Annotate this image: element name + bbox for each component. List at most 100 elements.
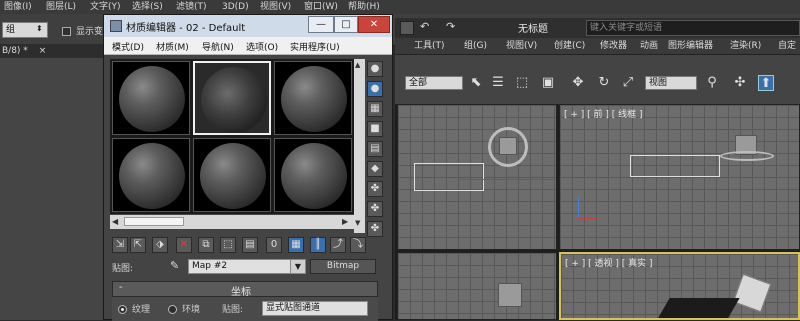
- redo-icon[interactable]: ↷: [446, 20, 455, 33]
- document-tab[interactable]: B/8) * ×: [0, 44, 104, 58]
- reset-material-icon[interactable]: ✕: [176, 237, 192, 253]
- menu-graph-editors[interactable]: 图形编辑器: [668, 38, 713, 54]
- select-object-icon[interactable]: ⬉: [468, 75, 484, 91]
- chevron-down-icon[interactable]: ▼: [290, 259, 306, 274]
- menu-material[interactable]: 材质(M): [156, 40, 189, 53]
- show-map-icon[interactable]: ▦: [288, 237, 304, 253]
- menu-select[interactable]: 选择(S): [132, 0, 163, 14]
- show-transform-checkbox[interactable]: [62, 27, 71, 36]
- close-icon[interactable]: ×: [39, 46, 47, 56]
- scroll-thumb[interactable]: [124, 217, 184, 226]
- background-icon[interactable]: ▦: [367, 101, 383, 117]
- menu-navigation[interactable]: 导航(N): [202, 40, 234, 53]
- menu-modes[interactable]: 模式(D): [112, 40, 144, 53]
- scroll-left-icon[interactable]: ◀: [112, 217, 118, 226]
- go-to-parent-icon[interactable]: ⤴: [330, 237, 346, 253]
- options-icon[interactable]: ✤: [367, 181, 383, 197]
- backlight-icon[interactable]: ●: [367, 81, 383, 97]
- eyedropper-icon[interactable]: ✎: [170, 259, 184, 273]
- make-preview-icon[interactable]: ◆: [367, 161, 383, 177]
- selection-filter-select[interactable]: 全部: [405, 76, 463, 90]
- viewcube-icon[interactable]: [498, 283, 522, 307]
- menu-group[interactable]: 组(G): [464, 38, 487, 54]
- viewcube-icon[interactable]: [732, 273, 772, 313]
- rect-selection-icon[interactable]: ⬚: [514, 75, 530, 91]
- scroll-up-icon[interactable]: ▲: [355, 61, 360, 69]
- material-slot-active[interactable]: [193, 61, 271, 135]
- select-manipulate-icon[interactable]: ✣: [732, 75, 748, 91]
- put-to-scene-icon[interactable]: ⇱: [130, 237, 146, 253]
- viewport-perspective-label[interactable]: [ + ] [ 透视 ] [ 真实 ]: [565, 256, 653, 269]
- viewport-front-label[interactable]: [ + ] [ 前 ] [ 线框 ]: [564, 107, 643, 120]
- environ-radio[interactable]: [168, 305, 177, 314]
- search-input[interactable]: 键入关键字或短语: [586, 20, 800, 36]
- minimize-button[interactable]: —: [308, 16, 334, 33]
- undo-icon[interactable]: ↶: [420, 20, 429, 33]
- mapping-select[interactable]: 显式贴图通道: [262, 301, 368, 316]
- sample-type-icon[interactable]: ●: [367, 61, 383, 77]
- rotate-icon[interactable]: ↻: [596, 75, 612, 91]
- menu-views[interactable]: 视图(V): [506, 38, 537, 54]
- sample-uv-icon[interactable]: ■: [367, 121, 383, 137]
- get-material-icon[interactable]: ⇲: [112, 237, 128, 253]
- material-slot[interactable]: [112, 61, 190, 135]
- slots-vertical-scrollbar[interactable]: ▲ ▼: [354, 59, 365, 233]
- move-icon[interactable]: ✥: [570, 75, 586, 91]
- map-type-button[interactable]: Bitmap: [310, 259, 376, 274]
- close-button[interactable]: ✕: [358, 16, 390, 33]
- keyboard-shortcut-icon[interactable]: ⬆: [758, 75, 774, 91]
- material-slot[interactable]: [274, 61, 352, 135]
- viewport-perspective[interactable]: [ + ] [ 透视 ] [ 真实 ]: [559, 252, 800, 320]
- assign-to-selection-icon[interactable]: ⬗: [152, 237, 168, 253]
- menu-create[interactable]: 创建(C): [554, 38, 585, 54]
- menu-type[interactable]: 文字(Y): [90, 0, 121, 14]
- menu-options[interactable]: 选项(O): [246, 40, 278, 53]
- app-icon[interactable]: [400, 21, 414, 35]
- pivot-icon[interactable]: ⚲: [704, 75, 720, 91]
- menu-customize[interactable]: 自定: [778, 38, 796, 54]
- rollout-toggle[interactable]: -: [119, 282, 123, 293]
- material-id-icon[interactable]: 0: [266, 237, 282, 253]
- scroll-right-icon[interactable]: ▶: [342, 217, 348, 226]
- make-unique-icon[interactable]: ⬚: [220, 237, 236, 253]
- show-end-result-icon[interactable]: ║: [310, 237, 326, 253]
- menu-layer[interactable]: 图层(L): [46, 0, 76, 14]
- select-by-name-icon[interactable]: ☰: [490, 75, 506, 91]
- viewport-left[interactable]: [397, 252, 557, 320]
- make-copy-icon[interactable]: ⧉: [198, 237, 214, 253]
- viewcube-icon[interactable]: [499, 137, 517, 155]
- menu-tools[interactable]: 工具(T): [414, 38, 445, 54]
- put-to-library-icon[interactable]: ▤: [242, 237, 258, 253]
- coordinates-rollout-header[interactable]: - 坐标: [112, 281, 378, 298]
- menu-3d[interactable]: 3D(D): [222, 0, 249, 14]
- menu-utilities[interactable]: 实用程序(U): [290, 40, 340, 53]
- viewport-front[interactable]: [ + ] [ 前 ] [ 线框 ]: [559, 104, 800, 250]
- material-slot[interactable]: [112, 138, 190, 212]
- menu-window[interactable]: 窗口(W): [304, 0, 338, 14]
- menu-filter[interactable]: 滤镜(T): [176, 0, 207, 14]
- window-crossing-icon[interactable]: ▣: [540, 75, 556, 91]
- material-navigator-icon[interactable]: ✤: [367, 221, 383, 237]
- map-name-field[interactable]: Map #2: [188, 259, 306, 274]
- texture-radio[interactable]: [118, 305, 127, 314]
- menu-animation[interactable]: 动画: [640, 38, 658, 54]
- select-by-material-icon[interactable]: ✤: [367, 201, 383, 217]
- material-slot[interactable]: [274, 138, 352, 212]
- material-slot[interactable]: [193, 138, 271, 212]
- maximize-button[interactable]: □: [334, 16, 358, 33]
- menu-rendering[interactable]: 渲染(R): [730, 38, 761, 54]
- ref-coord-select[interactable]: 视图: [645, 76, 697, 90]
- menu-image[interactable]: 图像(I): [4, 0, 32, 14]
- go-forward-sibling-icon[interactable]: ⤵: [350, 237, 366, 253]
- viewcube-ring: [720, 151, 774, 161]
- video-color-icon[interactable]: ▤: [367, 141, 383, 157]
- menu-help[interactable]: 帮助(H): [348, 0, 380, 14]
- menu-view[interactable]: 视图(V): [260, 0, 291, 14]
- scroll-down-icon[interactable]: ▼: [355, 219, 360, 227]
- material-editor-titlebar[interactable]: 材质编辑器 - 02 - Default — □ ✕: [104, 15, 392, 37]
- slots-horizontal-scrollbar[interactable]: ◀ ▶: [110, 215, 354, 229]
- viewport-top[interactable]: [397, 104, 557, 250]
- menu-modifiers[interactable]: 修改器: [600, 38, 627, 54]
- scale-icon[interactable]: ⤢: [620, 75, 636, 91]
- scene-object: [652, 298, 740, 318]
